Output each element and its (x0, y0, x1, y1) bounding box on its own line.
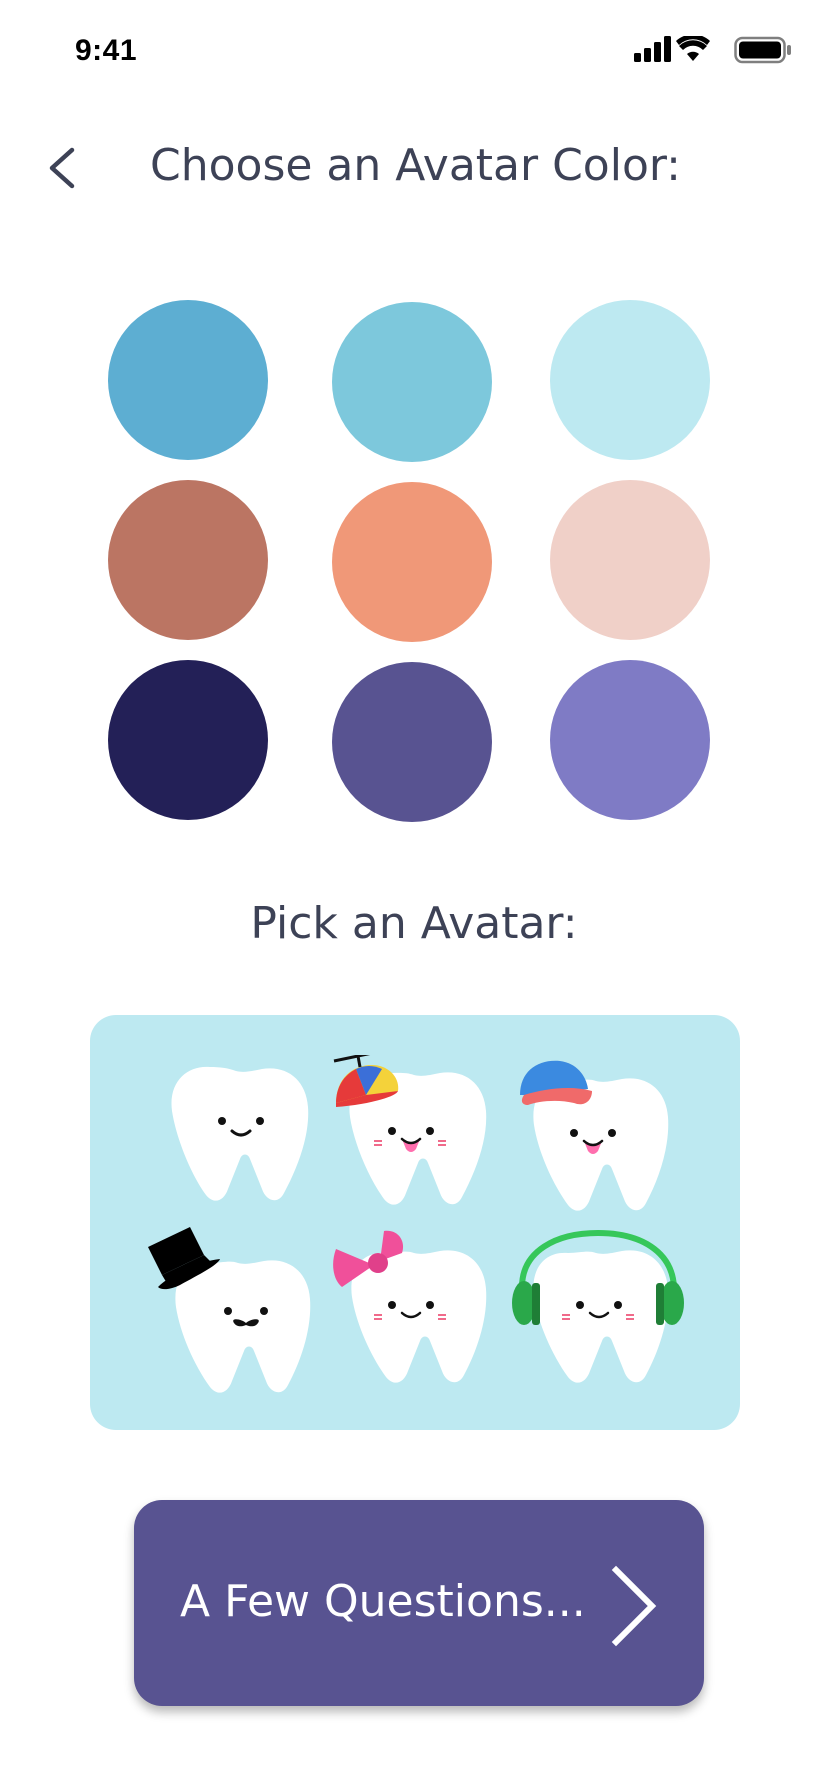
avatar-option-top-hat[interactable] (138, 1225, 338, 1415)
next-button[interactable]: A Few Questions... (134, 1500, 704, 1706)
status-time: 9:41 (75, 34, 138, 67)
color-swatch-pale-peach[interactable] (550, 480, 710, 640)
propeller-cap-tooth-avatar-icon (333, 1055, 487, 1205)
plain-tooth-avatar-icon (171, 1066, 309, 1201)
avatar-option-bow[interactable] (326, 1225, 526, 1415)
baseball-cap-tooth-avatar-icon (520, 1060, 669, 1211)
avatar-option-baseball-cap[interactable] (508, 1055, 708, 1245)
color-grid (108, 300, 716, 830)
avatar-panel (90, 1015, 740, 1430)
cellular-signal-icon (634, 36, 671, 62)
page-title: Choose an Avatar Color: (150, 140, 682, 191)
color-swatch-light-cyan[interactable] (550, 300, 710, 460)
back-button[interactable] (36, 140, 92, 196)
header: Choose an Avatar Color: (0, 120, 828, 216)
color-swatch-salmon[interactable] (332, 482, 492, 642)
battery-icon (734, 36, 791, 64)
wifi-icon (676, 36, 710, 61)
avatar-option-plain[interactable] (148, 1055, 348, 1245)
color-swatch-indigo[interactable] (332, 662, 492, 822)
headphones-tooth-avatar-icon (512, 1229, 684, 1383)
next-button-label: A Few Questions... (180, 1576, 586, 1627)
chevron-left-icon (49, 147, 75, 189)
bow-tooth-avatar-icon (333, 1230, 487, 1383)
top-hat-tooth-avatar-icon (148, 1227, 311, 1393)
avatar-section-title: Pick an Avatar: (250, 898, 578, 949)
status-bar: 9:41 (0, 0, 828, 100)
color-swatch-teal[interactable] (332, 302, 492, 462)
color-swatch-brown[interactable] (108, 480, 268, 640)
avatar-option-headphones[interactable] (508, 1225, 708, 1415)
color-swatch-blue[interactable] (108, 300, 268, 460)
color-swatch-lavender[interactable] (550, 660, 710, 820)
avatar-option-propeller-cap[interactable] (326, 1055, 526, 1245)
color-swatch-navy[interactable] (108, 660, 268, 820)
chevron-right-icon (611, 1565, 657, 1647)
